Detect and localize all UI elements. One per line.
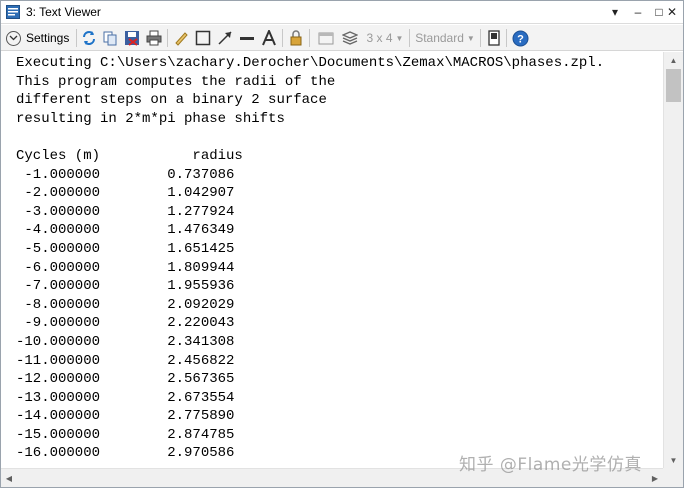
toolbar-separator: [282, 29, 283, 47]
text-line: -11.000000 2.456822: [16, 352, 235, 369]
text-line: -15.000000 2.874785: [16, 426, 235, 443]
text-line: This program computes the radii of the: [16, 73, 336, 90]
text-line: Executing C:\Users\zachary.Derocher\Docu…: [16, 55, 605, 71]
scroll-left-button[interactable]: ◀: [1, 469, 17, 487]
text-line: -3.000000 1.277924: [16, 203, 235, 220]
text-line: -2.000000 1.042907: [16, 185, 235, 202]
watermark: 知乎 @Flame光学仿真: [459, 455, 642, 475]
save-icon[interactable]: [123, 28, 141, 48]
text-line: -8.000000 2.092029: [16, 296, 235, 313]
lock-icon[interactable]: [287, 28, 305, 48]
text-icon[interactable]: [260, 28, 278, 48]
layout-combo[interactable]: 3 x 4 ▼: [365, 28, 405, 48]
style-combo[interactable]: Standard ▼: [414, 28, 476, 48]
scrollbar-corner: [663, 468, 683, 487]
toolbar: Settings 3 x 4 ▼ Standard ▼ ?: [1, 25, 683, 51]
chevron-down-icon: ▼: [395, 33, 404, 43]
pencil-icon[interactable]: [172, 28, 190, 48]
layout-combo-value: 3 x 4: [366, 31, 393, 45]
layers-icon[interactable]: [341, 28, 359, 48]
print-icon[interactable]: [145, 28, 163, 48]
text-output: Executing C:\Users\zachary.Derocher\Docu…: [16, 54, 604, 463]
scroll-thumb[interactable]: [666, 69, 681, 102]
text-line: -7.000000 1.955936: [16, 278, 235, 295]
text-line: [16, 128, 604, 147]
text-line: -4.000000 1.476349: [16, 222, 235, 239]
help-icon[interactable]: ?: [511, 28, 529, 48]
toolbar-separator: [309, 29, 310, 47]
window-title: 3: Text Viewer: [26, 5, 101, 19]
text-line: -5.000000 1.651425: [16, 240, 235, 257]
text-output-area[interactable]: Executing C:\Users\zachary.Derocher\Docu…: [1, 52, 663, 468]
refresh-icon[interactable]: [80, 28, 98, 48]
text-line: -6.000000 1.809944: [16, 259, 235, 276]
window-menu-button[interactable]: ▾: [604, 1, 626, 23]
title-bar[interactable]: 3: Text Viewer ▾ – □ ✕: [1, 1, 683, 24]
line-icon[interactable]: [238, 28, 256, 48]
window-icon[interactable]: [317, 28, 335, 48]
chevron-down-icon: [6, 30, 21, 46]
vertical-scrollbar[interactable]: ▲ ▼: [663, 52, 683, 468]
fullscreen-icon[interactable]: [485, 28, 503, 48]
svg-text:?: ?: [517, 33, 524, 45]
app-icon: [6, 5, 20, 19]
minimize-button[interactable]: –: [627, 1, 649, 23]
close-button[interactable]: ✕: [661, 1, 683, 23]
text-line: -14.000000 2.775890: [16, 408, 235, 425]
style-combo-value: Standard: [415, 31, 464, 45]
text-line: -1.000000 0.737086: [16, 166, 235, 183]
text-line: -13.000000 2.673554: [16, 389, 235, 406]
scroll-down-button[interactable]: ▼: [664, 452, 683, 468]
text-viewer-window: 3: Text Viewer ▾ – □ ✕ Settings 3 x 4 ▼ …: [0, 0, 684, 488]
text-line: resulting in 2*m*pi phase shifts: [16, 110, 285, 127]
rectangle-icon[interactable]: [194, 28, 212, 48]
settings-label: Settings: [26, 31, 70, 45]
arrow-icon[interactable]: [216, 28, 234, 48]
scroll-right-button[interactable]: ▶: [647, 469, 663, 487]
text-line: -10.000000 2.341308: [16, 333, 235, 350]
text-line: -9.000000 2.220043: [16, 315, 235, 332]
toolbar-separator: [506, 29, 507, 47]
copy-icon[interactable]: [101, 28, 119, 48]
toolbar-separator: [76, 29, 77, 47]
text-line: different steps on a binary 2 surface: [16, 92, 327, 109]
toolbar-separator: [409, 29, 410, 47]
chevron-down-icon: ▼: [466, 33, 475, 43]
scroll-up-button[interactable]: ▲: [664, 52, 683, 68]
toolbar-separator: [167, 29, 168, 47]
settings-button[interactable]: Settings: [6, 28, 74, 48]
text-line: -12.000000 2.567365: [16, 371, 235, 388]
toolbar-separator: [480, 29, 481, 47]
text-line: Cycles (m) radius: [16, 147, 243, 164]
